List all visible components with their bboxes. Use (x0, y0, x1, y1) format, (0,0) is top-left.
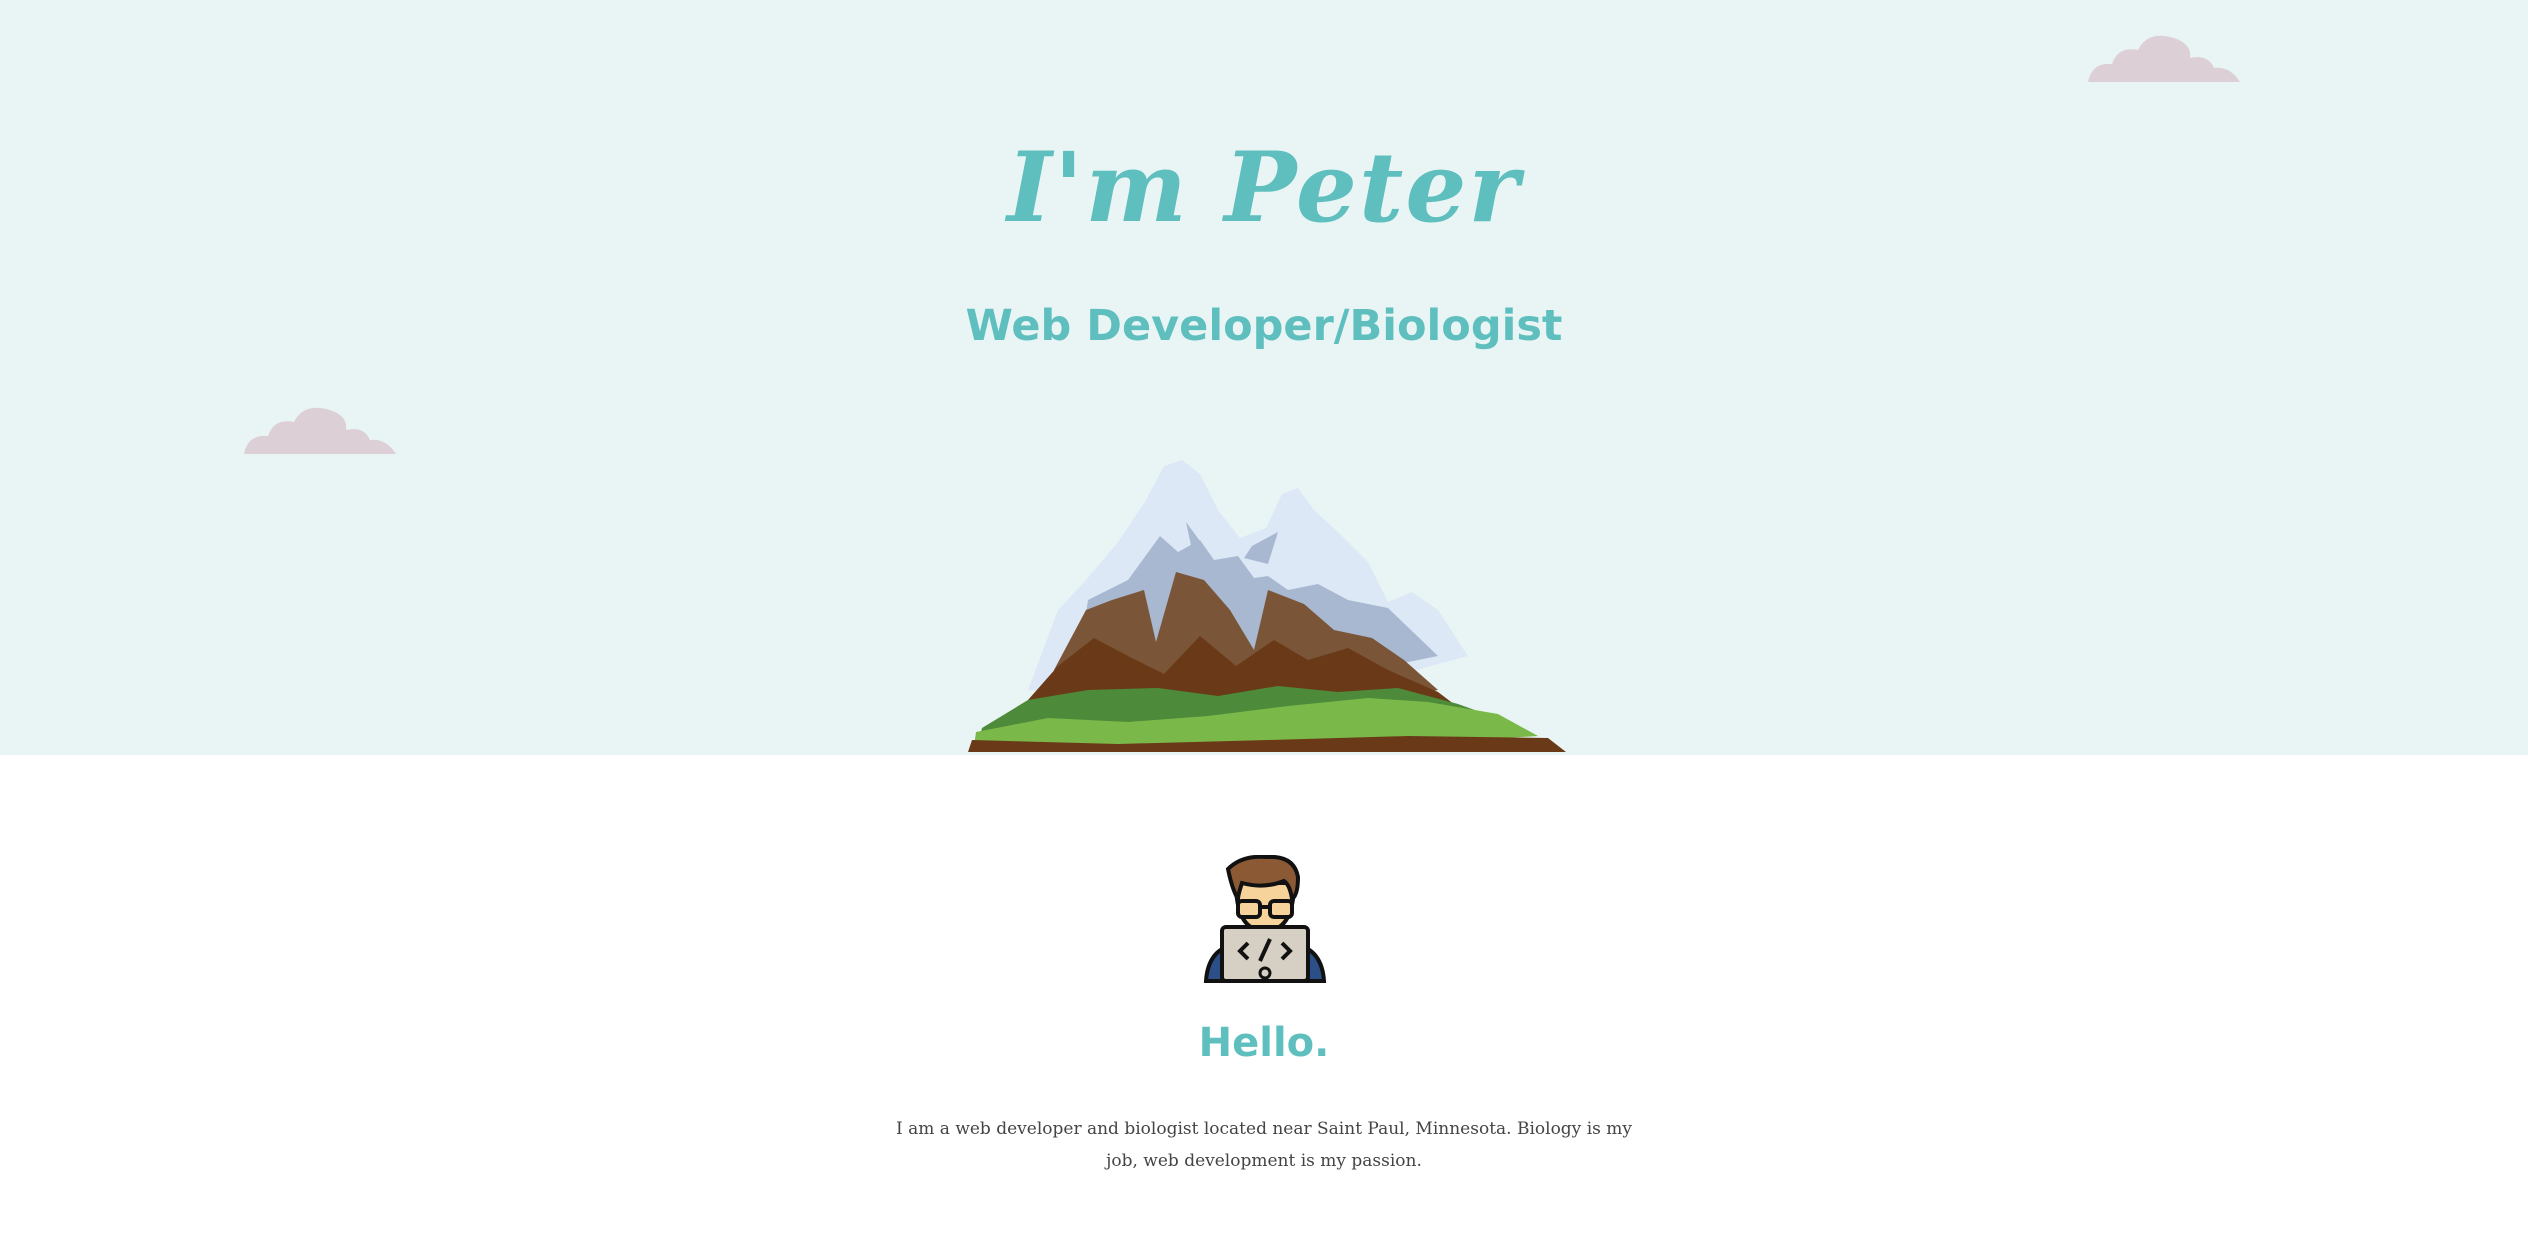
about-description: I am a web developer and biologist locat… (896, 1119, 1632, 1171)
cloud-icon (2088, 35, 2240, 82)
cloud-icon (244, 407, 396, 454)
developer-avatar-icon (1203, 855, 1327, 983)
about-section: Hello. I am a web developer and biologis… (0, 755, 2528, 1257)
about-heading: Hello. (1198, 1020, 1330, 1066)
hero-title: I'm Peter (1007, 131, 1521, 244)
mountain-illustration (968, 460, 1566, 752)
hero-section: I'm Peter Web Developer/Biologist (0, 0, 2528, 755)
hero-subtitle: Web Developer/Biologist (965, 301, 1563, 351)
